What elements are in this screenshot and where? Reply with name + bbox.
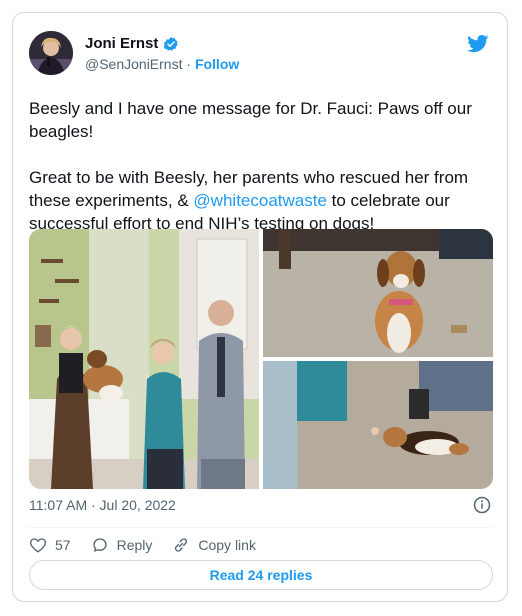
author-handle[interactable]: @SenJoniErnst [85, 56, 182, 72]
tweet-paragraph-2: Great to be with Beesly, her parents who… [29, 166, 497, 235]
action-bar: 57 Reply Copy link [29, 533, 276, 557]
photo-beagle-lying[interactable] [263, 361, 493, 489]
verified-badge-icon [164, 36, 179, 51]
twitter-bird-icon[interactable] [467, 35, 489, 53]
tweet-paragraph-1: Beesly and I have one message for Dr. Fa… [29, 99, 472, 141]
photo-beagle-smiling[interactable] [263, 229, 493, 357]
read-replies-button[interactable]: Read 24 replies [29, 560, 493, 590]
info-icon[interactable] [473, 496, 491, 514]
copy-link-label: Copy link [198, 537, 256, 553]
handle-row: @SenJoniErnst · Follow [85, 56, 239, 72]
reply-label: Reply [116, 537, 153, 553]
avatar[interactable] [29, 31, 73, 75]
reply-bubble-icon [92, 538, 107, 552]
like-count: 57 [55, 537, 71, 553]
mention-link[interactable]: @whitecoatwaste [193, 191, 327, 210]
like-button[interactable]: 57 [29, 536, 71, 554]
photo-beesly-group[interactable] [29, 229, 259, 489]
link-icon [175, 538, 188, 552]
heart-icon [30, 538, 46, 553]
divider [29, 527, 491, 528]
separator-dot: · [186, 56, 192, 72]
author-name[interactable]: Joni Ernst [85, 35, 158, 52]
media-grid [29, 229, 493, 489]
reply-button[interactable]: Reply [91, 536, 153, 554]
copy-link-button[interactable]: Copy link [172, 536, 256, 554]
follow-button[interactable]: Follow [195, 56, 239, 72]
timestamp[interactable]: 11:07 AM · Jul 20, 2022 [29, 497, 176, 513]
tweet-card: Joni Ernst @SenJoniErnst · Follow Beesly… [12, 12, 508, 602]
